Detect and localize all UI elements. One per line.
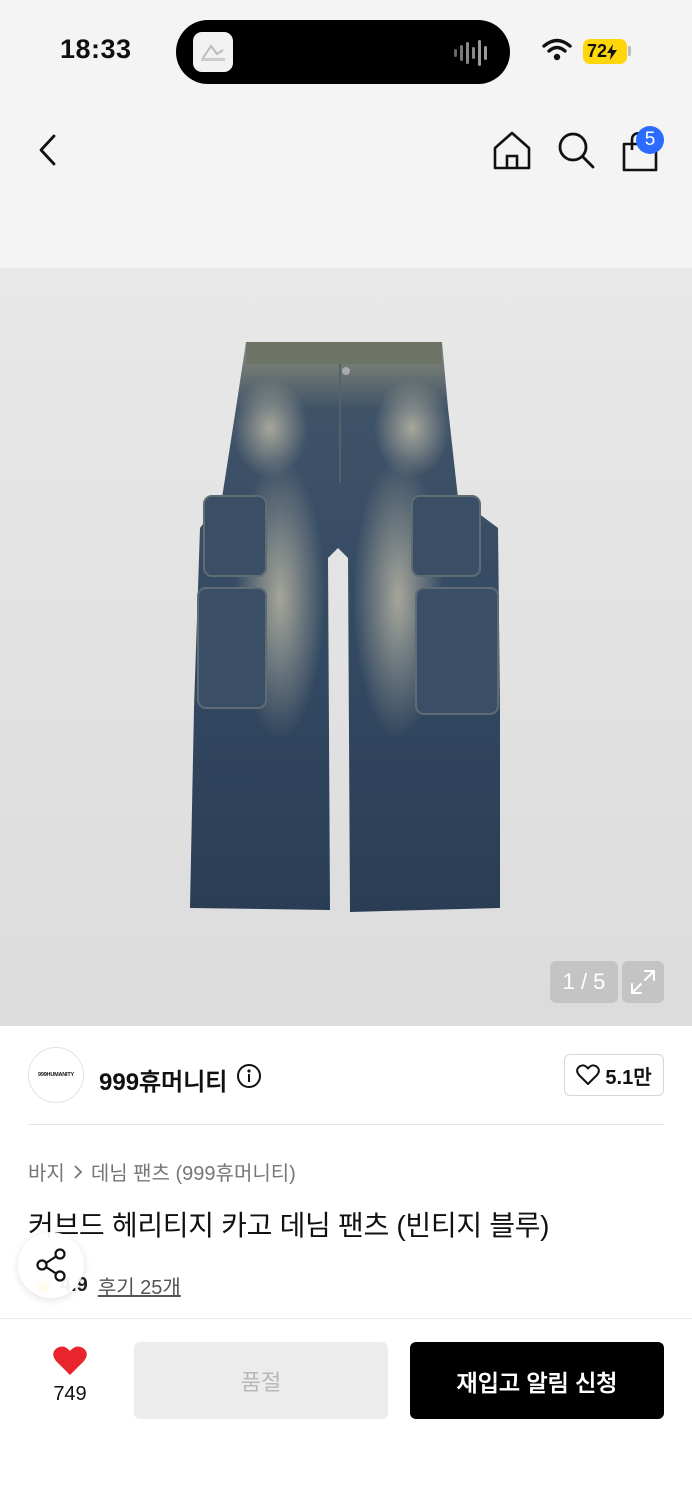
brand-like-button[interactable]: 5.1만 [564, 1054, 664, 1096]
brand-row: 999HUMANITY 999휴머니티 5.1만 [0, 1026, 692, 1126]
product-image-gallery[interactable]: 1 / 5 [0, 268, 692, 1026]
image-page-indicator: 1 / 5 [550, 961, 618, 1003]
brand-logo[interactable]: 999HUMANITY [28, 1047, 84, 1103]
charging-icon [607, 43, 618, 60]
product-like-count: 749 [53, 1383, 87, 1405]
share-icon [36, 1248, 66, 1282]
home-icon [493, 131, 531, 170]
audio-wave-icon [454, 40, 487, 66]
product-image-jeans [190, 342, 500, 912]
share-button[interactable] [18, 1232, 84, 1298]
divider [28, 1124, 664, 1125]
heart-filled-icon [53, 1346, 87, 1375]
now-playing-app-icon [193, 32, 233, 72]
back-button[interactable] [32, 130, 68, 170]
back-icon [39, 134, 56, 166]
home-button[interactable] [490, 128, 534, 172]
product-title: 커브드 헤리티지 카고 데님 팬츠 (빈티지 블루) [28, 1210, 550, 1241]
bottom-action-bar: 749 품절 재입고 알림 신청 [0, 1318, 692, 1500]
cart-count-badge: 5 [636, 126, 664, 154]
breadcrumb-item-subcategory[interactable]: 데님 팬츠 (999휴머니티) [91, 1157, 296, 1186]
dynamic-island[interactable] [176, 20, 510, 84]
heart-outline-icon [576, 1064, 601, 1085]
search-icon [558, 132, 595, 169]
breadcrumb: 바지 데님 팬츠 (999휴머니티) [28, 1157, 296, 1186]
top-navigation: 5 [0, 104, 692, 268]
restock-alert-button[interactable]: 재입고 알림 신청 [410, 1342, 664, 1419]
breadcrumb-item-category[interactable]: 바지 [28, 1157, 65, 1186]
fullscreen-button[interactable] [622, 961, 664, 1003]
battery-level: 72 [587, 41, 608, 61]
battery-indicator: 72 [583, 39, 627, 64]
brand-like-count: 5.1만 [605, 1066, 652, 1089]
status-bar: 18:33 72 [0, 0, 692, 104]
reviews-link[interactable]: 후기 25개 [98, 1271, 181, 1300]
info-icon[interactable] [236, 1063, 262, 1089]
brand-logo-text: 999HUMANITY [37, 1072, 74, 1078]
status-time: 18:33 [60, 34, 132, 64]
expand-icon [631, 970, 655, 994]
battery-tip [628, 46, 631, 56]
soldout-button: 품절 [134, 1342, 388, 1419]
search-button[interactable] [554, 128, 598, 172]
chevron-right-icon [74, 1164, 83, 1179]
brand-name[interactable]: 999휴머니티 [99, 1062, 227, 1097]
wifi-icon [542, 38, 572, 61]
product-like-button[interactable]: 749 [34, 1345, 106, 1415]
